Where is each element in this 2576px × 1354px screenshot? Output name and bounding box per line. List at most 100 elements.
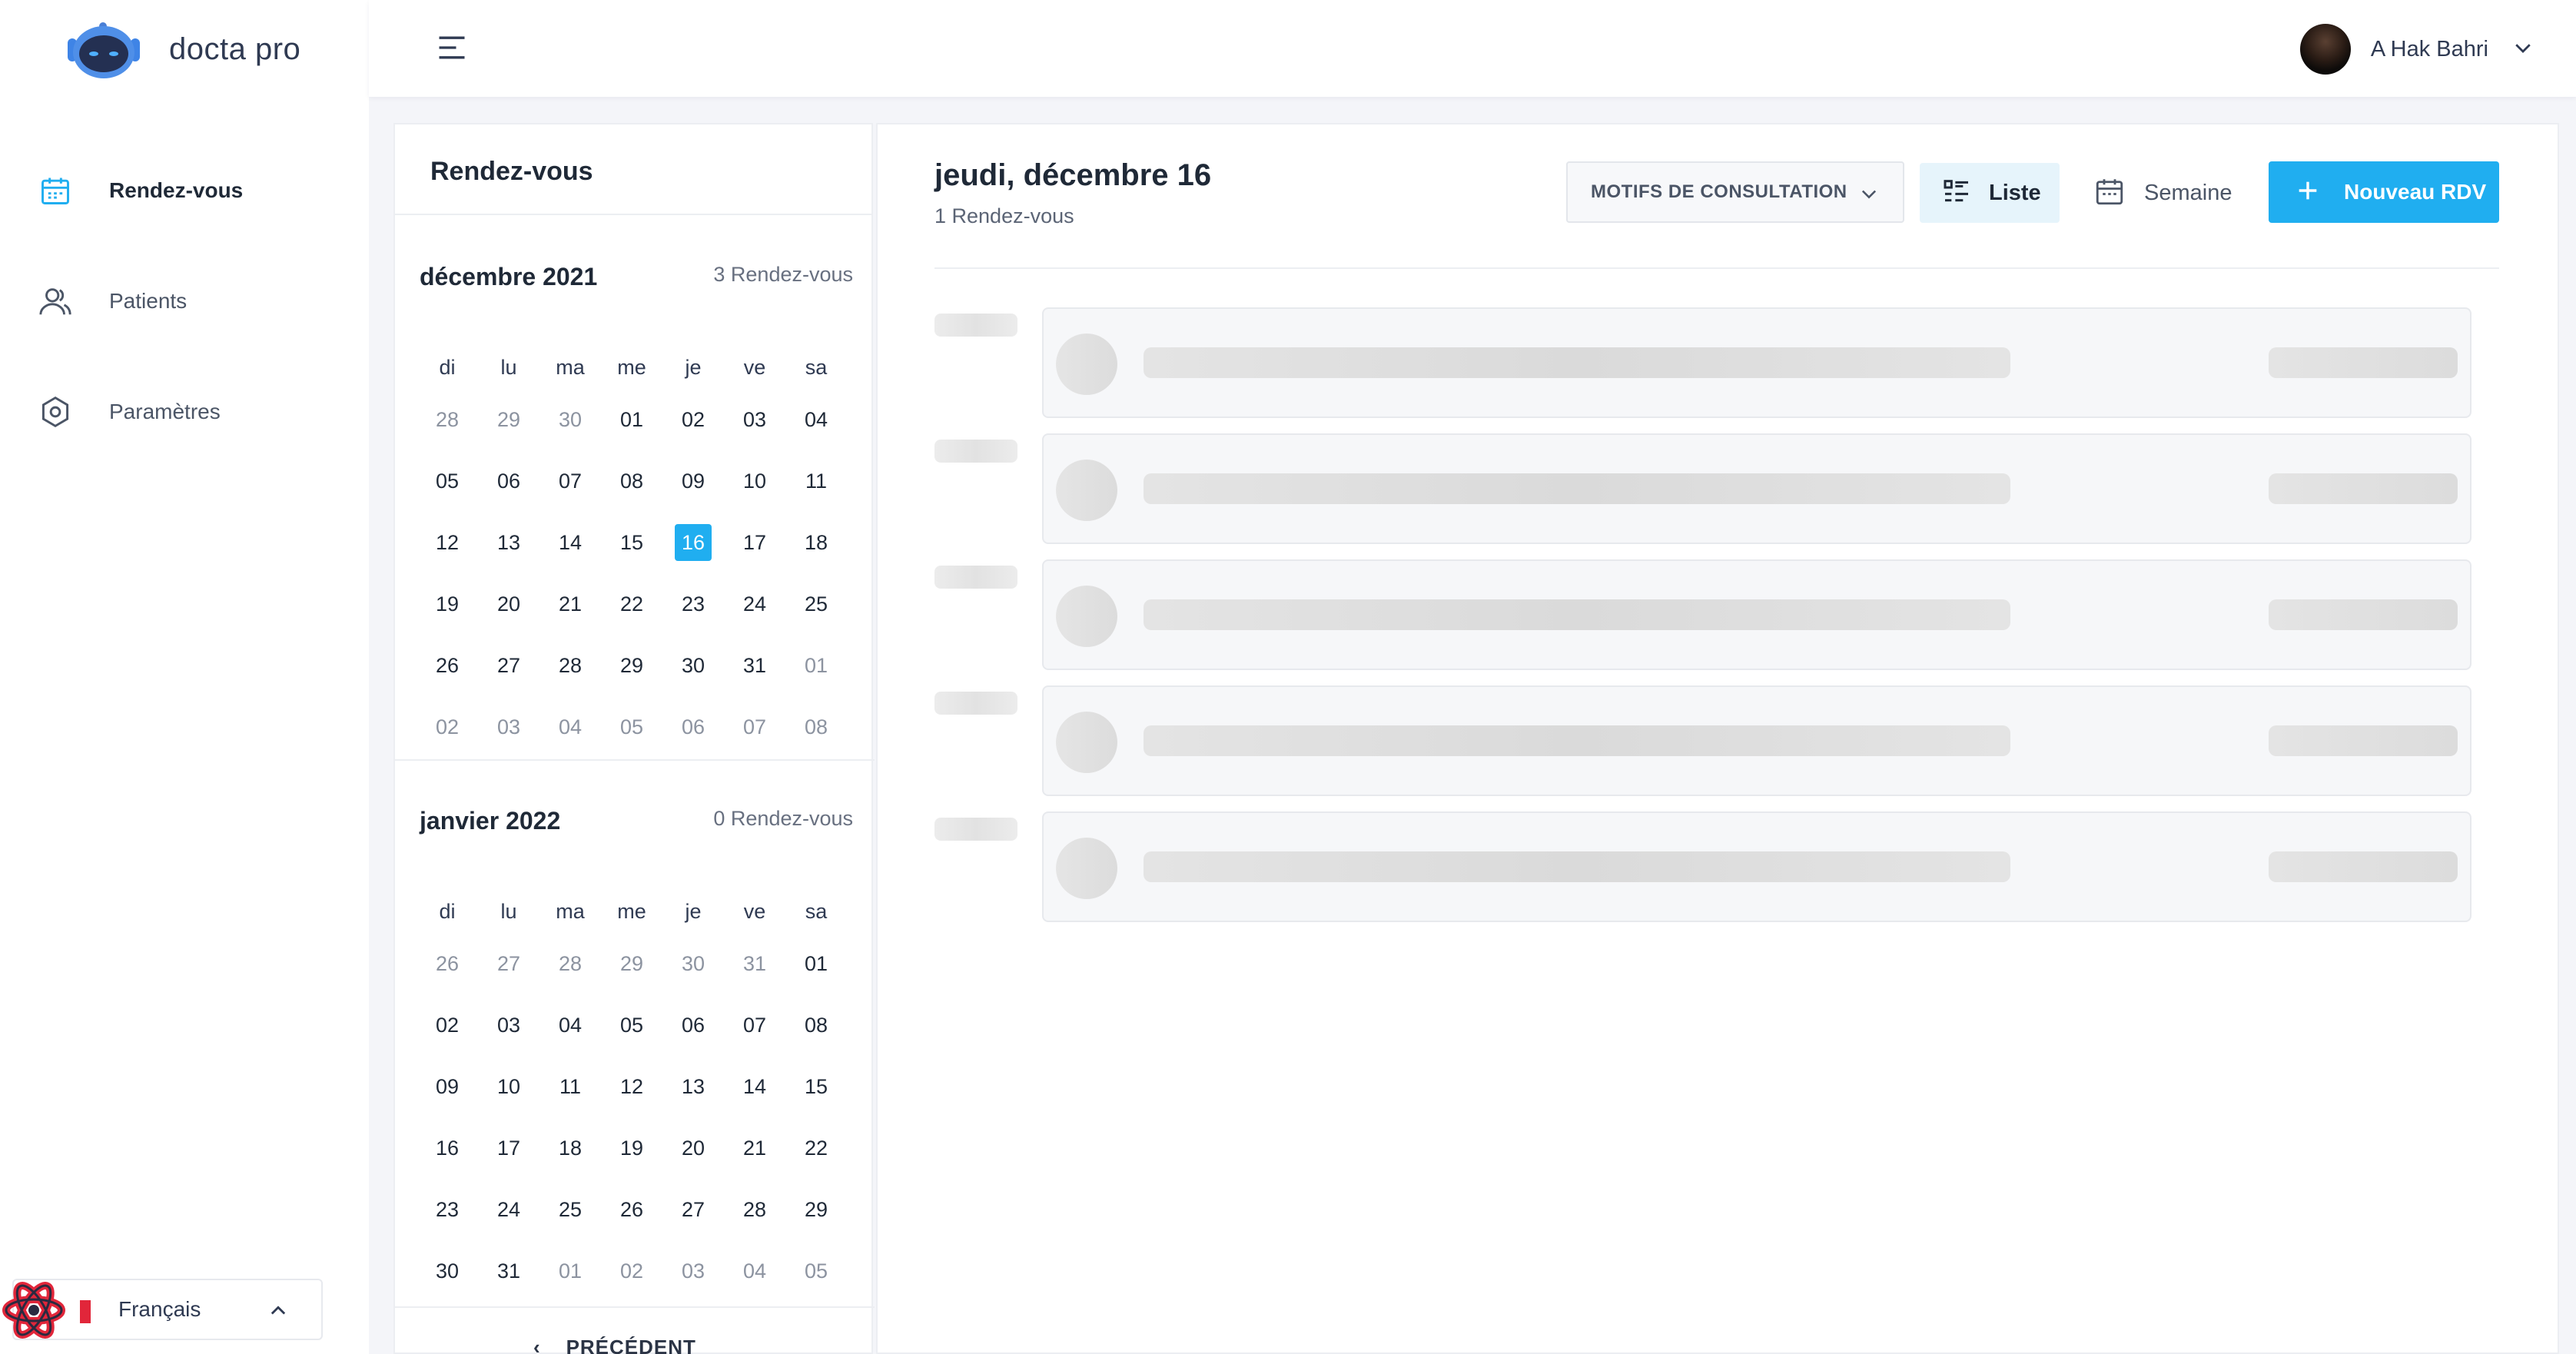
calendar-day[interactable]: 20: [662, 1117, 724, 1179]
calendar-day[interactable]: 22: [601, 573, 662, 635]
calendar-day[interactable]: 15: [601, 512, 662, 573]
calendar-day[interactable]: 07: [724, 696, 785, 758]
calendar-day[interactable]: 29: [785, 1179, 847, 1240]
calendar-day[interactable]: 02: [417, 994, 478, 1056]
calendar-day[interactable]: 03: [478, 994, 539, 1056]
calendar-day[interactable]: 05: [601, 994, 662, 1056]
calendar-day[interactable]: 31: [724, 933, 785, 994]
calendar-day[interactable]: 04: [539, 696, 601, 758]
calendar-day[interactable]: 15: [785, 1056, 847, 1117]
calendar-day[interactable]: 03: [662, 1240, 724, 1302]
calendar-day[interactable]: 26: [417, 635, 478, 696]
calendar-day[interactable]: 12: [601, 1056, 662, 1117]
calendar-day[interactable]: 21: [724, 1117, 785, 1179]
calendar-day[interactable]: 31: [478, 1240, 539, 1302]
calendar-day[interactable]: 20: [478, 573, 539, 635]
calendar-day[interactable]: 02: [662, 389, 724, 450]
calendar-day[interactable]: 22: [785, 1117, 847, 1179]
calendar-day[interactable]: 05: [417, 450, 478, 512]
new-appointment-button[interactable]: Nouveau RDV: [2269, 161, 2499, 223]
calendar-day[interactable]: 08: [601, 450, 662, 512]
calendar-day[interactable]: 03: [478, 696, 539, 758]
calendar-day[interactable]: 02: [601, 1240, 662, 1302]
calendar-day-number: 31: [496, 1259, 521, 1283]
calendar-day[interactable]: 28: [417, 389, 478, 450]
calendar-day[interactable]: 10: [478, 1056, 539, 1117]
calendar-day-selected[interactable]: 16: [662, 512, 724, 573]
sidebar-item-patients[interactable]: Patients: [35, 278, 187, 324]
calendar-day[interactable]: 26: [601, 1179, 662, 1240]
user-menu[interactable]: A Hak Bahri: [2299, 22, 2535, 77]
consultation-reasons-dropdown[interactable]: MOTIFS DE CONSULTATION: [1566, 161, 1904, 223]
calendar-day[interactable]: 17: [724, 512, 785, 573]
react-devtools-icon[interactable]: [0, 1276, 68, 1345]
sidebar-item-rendez-vous[interactable]: Rendez-vous: [35, 168, 243, 214]
calendar-day[interactable]: 31: [724, 635, 785, 696]
calendar-day[interactable]: 30: [662, 635, 724, 696]
calendar-day[interactable]: 08: [785, 696, 847, 758]
menu-icon[interactable]: [435, 31, 469, 65]
calendar-day[interactable]: 28: [539, 933, 601, 994]
calendar-day[interactable]: 04: [785, 389, 847, 450]
calendar-day[interactable]: 10: [724, 450, 785, 512]
calendar-day[interactable]: 06: [478, 450, 539, 512]
calendar-day[interactable]: 17: [478, 1117, 539, 1179]
calendar-day[interactable]: 11: [785, 450, 847, 512]
calendar-day[interactable]: 28: [724, 1179, 785, 1240]
calendar-day[interactable]: 01: [785, 933, 847, 994]
calendar-day[interactable]: 03: [724, 389, 785, 450]
calendar-day[interactable]: 08: [785, 994, 847, 1056]
calendar-day-number: 03: [496, 1014, 521, 1037]
sidebar-item-parametres[interactable]: Paramètres: [35, 389, 221, 435]
calendar-day-number: 11: [559, 1075, 582, 1098]
calendar-day[interactable]: 19: [417, 573, 478, 635]
calendar-day[interactable]: 27: [662, 1179, 724, 1240]
calendar-day[interactable]: 16: [417, 1117, 478, 1179]
calendar-day[interactable]: 01: [539, 1240, 601, 1302]
calendar-day[interactable]: 27: [478, 933, 539, 994]
calendar-day[interactable]: 23: [417, 1179, 478, 1240]
calendar-day[interactable]: 30: [539, 389, 601, 450]
calendar-day[interactable]: 11: [539, 1056, 601, 1117]
calendar-day[interactable]: 23: [662, 573, 724, 635]
calendar-day[interactable]: 13: [662, 1056, 724, 1117]
view-list-button[interactable]: Liste: [1920, 163, 2060, 223]
calendar-day[interactable]: 06: [662, 994, 724, 1056]
calendar-day[interactable]: 07: [539, 450, 601, 512]
calendar-day[interactable]: 09: [417, 1056, 478, 1117]
calendar-day[interactable]: 29: [601, 635, 662, 696]
calendar-day[interactable]: 18: [539, 1117, 601, 1179]
calendar-day[interactable]: 26: [417, 933, 478, 994]
calendar-day[interactable]: 27: [478, 635, 539, 696]
calendar-day[interactable]: 02: [417, 696, 478, 758]
calendar-day[interactable]: 24: [478, 1179, 539, 1240]
calendar-day[interactable]: 05: [601, 696, 662, 758]
calendar-day[interactable]: 12: [417, 512, 478, 573]
calendar-day[interactable]: 18: [785, 512, 847, 573]
calendar-day[interactable]: 28: [539, 635, 601, 696]
calendar-day[interactable]: 29: [601, 933, 662, 994]
calendar-day[interactable]: 06: [662, 696, 724, 758]
calendar-day[interactable]: 05: [785, 1240, 847, 1302]
calendar-day[interactable]: 14: [539, 512, 601, 573]
calendar-day[interactable]: 25: [785, 573, 847, 635]
view-week-button[interactable]: Semaine: [2093, 163, 2232, 223]
calendar-day[interactable]: 07: [724, 994, 785, 1056]
calendar-day[interactable]: 21: [539, 573, 601, 635]
weekday-label: lu: [500, 900, 517, 923]
calendar-day[interactable]: 14: [724, 1056, 785, 1117]
calendar-day[interactable]: 30: [417, 1240, 478, 1302]
calendar-day[interactable]: 24: [724, 573, 785, 635]
calendar-day[interactable]: 25: [539, 1179, 601, 1240]
calendar-day[interactable]: 19: [601, 1117, 662, 1179]
calendar-day[interactable]: 04: [724, 1240, 785, 1302]
calendar-day[interactable]: 01: [601, 389, 662, 450]
brand[interactable]: docta pro: [61, 18, 300, 80]
calendar-day[interactable]: 09: [662, 450, 724, 512]
previous-button[interactable]: ‹ PRÉCÉDENT: [533, 1336, 696, 1354]
calendar-day[interactable]: 29: [478, 389, 539, 450]
calendar-day[interactable]: 04: [539, 994, 601, 1056]
calendar-day[interactable]: 01: [785, 635, 847, 696]
calendar-day[interactable]: 30: [662, 933, 724, 994]
calendar-day[interactable]: 13: [478, 512, 539, 573]
